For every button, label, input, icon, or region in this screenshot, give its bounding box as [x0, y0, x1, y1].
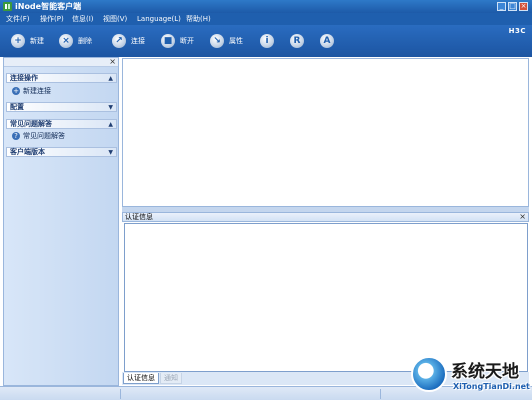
window-title: iNode智能客户端 [15, 2, 82, 11]
status-separator [120, 389, 121, 399]
section-faq[interactable]: 常见问题解答 ▲ [6, 119, 117, 129]
section-title: 常见问题解答 [10, 120, 52, 128]
tab-auth-info[interactable]: 认证信息 [123, 373, 159, 384]
sidebar-item-faq[interactable]: ? 常见问题解答 [12, 131, 65, 141]
menu-language[interactable]: Language(L) [137, 14, 181, 24]
menu-view[interactable]: 视图(V) [103, 14, 127, 24]
plus-icon: + [12, 87, 20, 95]
section-client-version[interactable]: 客户端版本 ▼ [6, 147, 117, 157]
toolbar: + 新建 × 删除 ↗ 连接 ■ 断开 ↘ 属性 i R A H3C [0, 25, 532, 57]
watermark-url: XiTongTianDi.net [453, 382, 530, 391]
watermark: 系统天地 XiTongTianDi.net [407, 352, 532, 400]
properties-icon: ↘ [210, 34, 224, 48]
main-content-area [122, 58, 529, 207]
close-button[interactable]: × [519, 2, 528, 11]
status-separator [380, 389, 381, 399]
expand-arrow-icon[interactable]: ▼ [108, 148, 113, 157]
section-connection-ops[interactable]: 连接操作 ▲ [6, 73, 117, 83]
auth-panel-header: 认证信息 × [122, 212, 529, 222]
auth-info-content [124, 223, 528, 372]
minimize-button[interactable]: _ [497, 2, 506, 11]
collapse-arrow-icon[interactable]: ▲ [108, 74, 113, 83]
r-button[interactable]: R [290, 33, 304, 49]
menu-file[interactable]: 文件(F) [6, 14, 30, 24]
section-title: 客户端版本 [10, 148, 45, 156]
auth-panel-title: 认证信息 [125, 213, 153, 221]
maximize-button[interactable]: □ [508, 2, 517, 11]
watermark-title: 系统天地 [451, 362, 519, 382]
question-icon: ? [12, 132, 20, 140]
section-title: 连接操作 [10, 74, 38, 82]
disconnect-label: 断开 [180, 37, 194, 45]
info-button[interactable]: i [260, 33, 274, 49]
connect-button[interactable]: ↗ 连接 [112, 33, 145, 49]
watermark-logo-icon [411, 356, 447, 392]
a-button[interactable]: A [320, 33, 334, 49]
menu-info[interactable]: 信息(I) [72, 14, 94, 24]
app-logo-icon [3, 2, 12, 11]
sidebar-header: × [4, 57, 118, 67]
disconnect-button[interactable]: ■ 断开 [161, 33, 194, 49]
collapse-arrow-icon[interactable]: ▲ [108, 120, 113, 129]
sidebar-item-label: 常见问题解答 [23, 132, 65, 140]
delete-label: 删除 [78, 37, 92, 45]
section-title: 配置 [10, 103, 24, 111]
tab-notification[interactable]: 通知 [160, 373, 182, 384]
properties-button[interactable]: ↘ 属性 [210, 33, 243, 49]
info-icon: i [260, 34, 274, 48]
sidebar-item-label: 新建连接 [23, 87, 51, 95]
r-icon: R [290, 34, 304, 48]
delete-button[interactable]: × 删除 [59, 33, 92, 49]
auth-panel-close-icon[interactable]: × [519, 212, 526, 221]
properties-label: 属性 [229, 37, 243, 45]
title-bar: iNode智能客户端 _ □ × [0, 0, 532, 13]
sidebar: × 连接操作 ▲ + 新建连接 配置 ▼ 常见问题解答 ▲ ? 常见问题解答 客… [3, 57, 119, 386]
menu-operation[interactable]: 操作(P) [40, 14, 64, 24]
brand-logo: H3C [508, 27, 526, 35]
section-config[interactable]: 配置 ▼ [6, 102, 117, 112]
new-label: 新建 [30, 37, 44, 45]
disconnect-icon: ■ [161, 34, 175, 48]
connect-icon: ↗ [112, 34, 126, 48]
close-circle-icon: × [59, 34, 73, 48]
menu-bar: 文件(F) 操作(P) 信息(I) 视图(V) Language(L) 帮助(H… [0, 13, 532, 25]
a-icon: A [320, 34, 334, 48]
expand-arrow-icon[interactable]: ▼ [108, 103, 113, 112]
plus-icon: + [11, 34, 25, 48]
new-button[interactable]: + 新建 [11, 33, 44, 49]
sidebar-close-icon[interactable]: × [109, 57, 116, 66]
connect-label: 连接 [131, 37, 145, 45]
sidebar-item-new-connection[interactable]: + 新建连接 [12, 86, 51, 96]
menu-help[interactable]: 帮助(H) [186, 14, 211, 24]
